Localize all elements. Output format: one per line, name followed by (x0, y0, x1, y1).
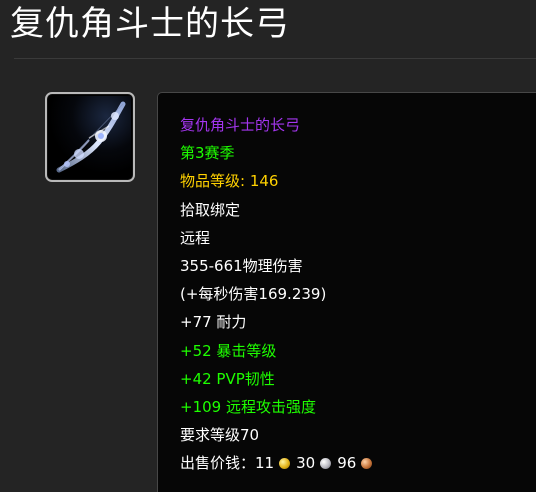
tooltip-lines: 复仇角斗士的长弓 第3赛季 物品等级: 146 拾取绑定 远程 355-661物… (180, 111, 536, 477)
silver-coin-icon (320, 458, 332, 470)
sell-price-gold: 11 (255, 454, 275, 473)
item-dps: (+每秒伤害169.239) (180, 285, 327, 304)
item-level-label: 物品等级: (180, 172, 250, 191)
item-name: 复仇角斗士的长弓 (180, 116, 301, 134)
item-damage: 355-661物理伤害 (180, 256, 303, 275)
item-stat-resilience: +42 PVP韧性 (180, 369, 275, 388)
longbow-icon (49, 96, 131, 178)
page-title: 复仇角斗士的长弓 (10, 4, 290, 44)
item-required-level: 要求等级70 (180, 426, 260, 445)
sell-price-copper: 96 (337, 454, 357, 473)
title-divider (14, 58, 536, 59)
sell-price-label: 出售价钱： (180, 454, 256, 473)
item-icon[interactable] (45, 92, 135, 182)
gold-coin-icon (279, 458, 291, 470)
sell-price-silver: 30 (296, 454, 316, 473)
copper-coin-icon (361, 458, 373, 470)
item-stat-ranged-ap: +109 远程攻击强度 (180, 397, 316, 416)
item-stat-crit: +52 暴击等级 (180, 341, 277, 360)
item-season: 第3赛季 (180, 144, 235, 163)
item-stat-stamina: +77 耐力 (180, 313, 247, 332)
item-binding: 拾取绑定 (180, 200, 241, 219)
item-slot: 远程 (180, 228, 211, 247)
item-level-value: 146 (249, 172, 279, 191)
item-sell-price: 出售价钱：11 30 96 (180, 449, 536, 477)
item-tooltip: 复仇角斗士的长弓 第3赛季 物品等级: 146 拾取绑定 远程 355-661物… (157, 92, 536, 492)
item-level: 物品等级: 146 (180, 167, 536, 195)
